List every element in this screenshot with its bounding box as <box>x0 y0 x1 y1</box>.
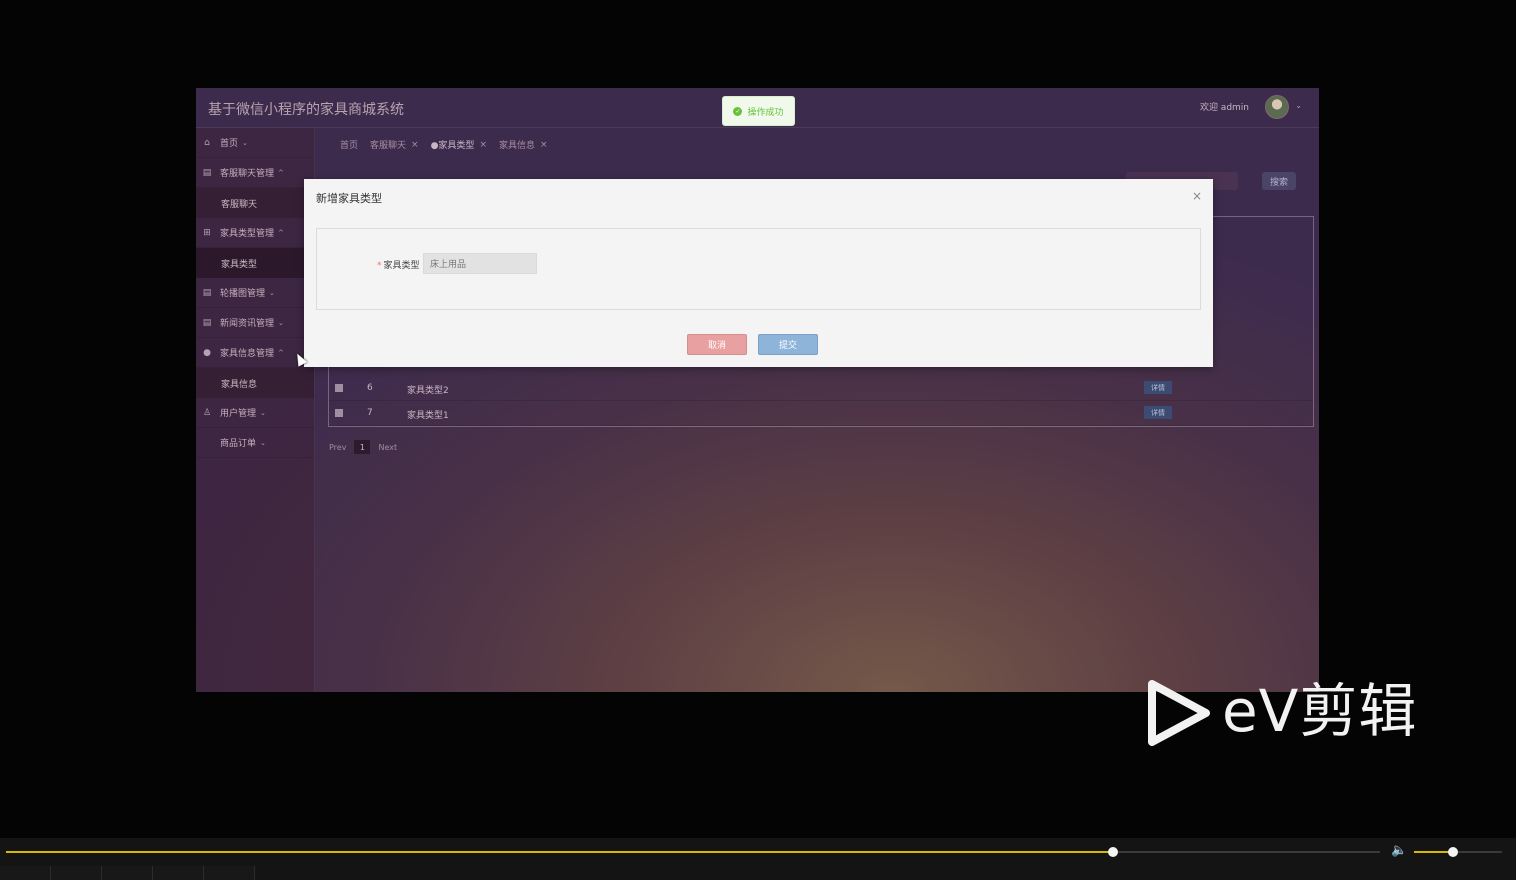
check-circle-icon: ✓ <box>733 106 743 116</box>
play-logo-icon <box>1148 680 1210 746</box>
success-toast: ✓ 操作成功 <box>722 96 795 126</box>
close-icon[interactable]: × <box>411 140 419 150</box>
row-checkbox[interactable] <box>335 384 343 392</box>
tab-bar: 首页 客服聊天 × ●家具类型 × 家具信息 × <box>340 138 548 152</box>
list-icon: ▤ <box>202 287 212 298</box>
cancel-button[interactable]: 取消 <box>687 334 747 355</box>
close-icon[interactable]: × <box>479 140 487 150</box>
sidebar-item-carousel-management[interactable]: ▤ 轮播图管理 ⌄ <box>196 278 314 308</box>
sidebar-item-label: 客服聊天管理 <box>220 169 275 179</box>
chevron-up-icon: ^ <box>278 348 284 357</box>
plus-square-icon: ⊞ <box>203 227 211 238</box>
row-checkbox[interactable] <box>335 409 343 417</box>
row-index: 7 <box>367 408 373 418</box>
chevron-up-icon: ^ <box>278 228 284 237</box>
sidebar-item-label: 家具类型管理 <box>220 229 275 239</box>
sidebar-item-furniture-type-management[interactable]: ⊞ 家具类型管理 ^ <box>196 218 314 248</box>
row-name: 家具类型2 <box>407 386 449 396</box>
row-index: 6 <box>367 383 373 393</box>
sidebar-item-label: 用户管理 <box>220 409 257 419</box>
sidebar-item-news-management[interactable]: ▤ 新闻资讯管理 ⌄ <box>196 308 314 338</box>
sidebar-item-label: 家具信息管理 <box>220 349 275 359</box>
progress-handle[interactable] <box>1108 847 1119 857</box>
field-label: * 家具类型 <box>377 261 420 271</box>
watermark-text: eV剪辑 <box>1222 677 1418 745</box>
chevron-down-icon: ⌄ <box>260 438 266 447</box>
list-icon: ▤ <box>202 317 212 328</box>
sidebar-item-chat-management[interactable]: ▤ 客服聊天管理 ^ <box>196 158 314 188</box>
row-name: 家具类型1 <box>407 411 449 421</box>
chevron-down-icon: ⌄ <box>242 138 248 147</box>
detail-button[interactable]: 详情 <box>1144 381 1172 394</box>
sidebar-item-orders[interactable]: 商品订单 ⌄ <box>196 428 314 458</box>
toast-message: 操作成功 <box>747 107 784 118</box>
sidebar-item-label: 商品订单 <box>220 439 257 449</box>
sidebar: ⌂ 首页 ⌄ ▤ 客服聊天管理 ^ 客服聊天 ⊞ 家具类型管理 ^ 家具类型 ▤… <box>196 128 315 692</box>
avatar[interactable] <box>1265 95 1289 119</box>
volume-icon[interactable]: 🔈 <box>1391 843 1407 858</box>
table-row[interactable]: 6 家具类型2 详情 <box>329 376 1313 401</box>
chevron-down-icon: ⌄ <box>278 318 284 327</box>
dialog-form: * 家具类型 <box>316 228 1201 310</box>
circle-icon: ● <box>203 347 211 358</box>
tab-chat[interactable]: 客服聊天 × <box>370 138 419 152</box>
sidebar-item-label: 轮播图管理 <box>220 289 266 299</box>
furniture-type-input[interactable] <box>423 253 537 274</box>
required-mark: * <box>377 261 382 271</box>
sidebar-subitem-chat[interactable]: 客服聊天 <box>196 188 314 218</box>
tab-furniture-info[interactable]: 家具信息 × <box>499 138 548 152</box>
pager-page[interactable]: 1 <box>354 440 371 454</box>
control-strip <box>0 866 1516 880</box>
sidebar-subitem-furniture-type[interactable]: 家具类型 <box>196 248 314 278</box>
progress-fill <box>6 851 1114 853</box>
pager-prev[interactable]: Prev <box>329 443 346 452</box>
chevron-down-icon: ⌄ <box>269 288 275 297</box>
chevron-up-icon: ^ <box>278 168 284 177</box>
pagination: Prev 1 Next <box>329 440 397 454</box>
welcome-text: 欢迎 admin <box>1199 103 1249 113</box>
volume-handle[interactable] <box>1447 847 1458 857</box>
close-icon[interactable]: × <box>1192 189 1202 203</box>
sidebar-item-user-management[interactable]: ♙ 用户管理 ⌄ <box>196 398 314 428</box>
sidebar-item-label: 首页 <box>220 139 239 149</box>
submit-button[interactable]: 提交 <box>758 334 818 355</box>
home-icon: ⌂ <box>204 137 210 148</box>
dialog-title: 新增家具类型 <box>316 192 382 205</box>
tab-home[interactable]: 首页 <box>340 138 358 151</box>
user-icon: ♙ <box>202 407 212 418</box>
list-icon: ▤ <box>202 167 212 178</box>
chevron-down-icon[interactable]: ⌄ <box>1295 101 1302 110</box>
volume-slider[interactable] <box>1414 847 1502 857</box>
detail-button[interactable]: 详情 <box>1144 406 1172 419</box>
pager-next[interactable]: Next <box>378 443 397 452</box>
sidebar-item-label: 新闻资讯管理 <box>220 319 275 329</box>
search-button[interactable]: 搜索 <box>1262 172 1296 190</box>
volume-fill <box>1414 851 1453 853</box>
sidebar-subitem-furniture-info[interactable]: 家具信息 <box>196 368 314 398</box>
screen: 基于微信小程序的家具商城系统 欢迎 admin ⌄ ⌂ 首页 ⌄ ▤ 客服聊天管… <box>0 0 1516 880</box>
table-row[interactable]: 7 家具类型1 详情 <box>329 401 1313 426</box>
tab-furniture-type[interactable]: ●家具类型 × <box>431 138 487 152</box>
progress-bar[interactable] <box>6 847 1380 857</box>
chevron-down-icon: ⌄ <box>260 408 266 417</box>
sidebar-item-home[interactable]: ⌂ 首页 ⌄ <box>196 128 314 158</box>
add-furniture-type-dialog: 新增家具类型 × *家具类型 取消 提交 <box>304 179 1213 367</box>
player-controls: 🔈 <box>0 838 1516 880</box>
close-icon[interactable]: × <box>540 140 548 150</box>
app-title: 基于微信小程序的家具商城系统 <box>208 102 404 118</box>
